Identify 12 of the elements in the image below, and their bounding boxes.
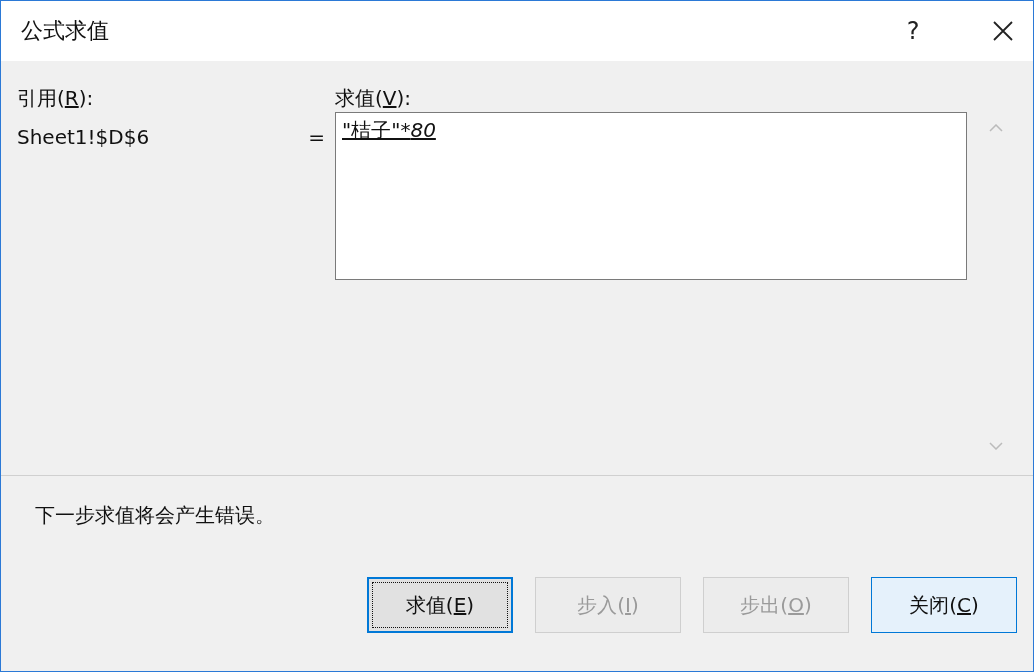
scroll-down-icon[interactable]	[989, 442, 1003, 450]
dialog-button[interactable]: 求值(E)	[367, 577, 513, 633]
help-button[interactable]: ?	[883, 6, 943, 56]
reference-value: Sheet1!$D$6	[17, 125, 150, 149]
window-title: 公式求值	[21, 17, 110, 45]
evaluation-label: 求值(V):	[335, 86, 412, 110]
close-icon	[992, 20, 1014, 42]
equals-sign: =	[308, 125, 325, 149]
scroll-up-icon[interactable]	[989, 124, 1003, 132]
reference-label: 引用(R):	[17, 85, 95, 112]
dialog-button[interactable]: 关闭(C)	[871, 577, 1017, 633]
status-message: 下一步求值将会产生错误。	[35, 502, 276, 529]
